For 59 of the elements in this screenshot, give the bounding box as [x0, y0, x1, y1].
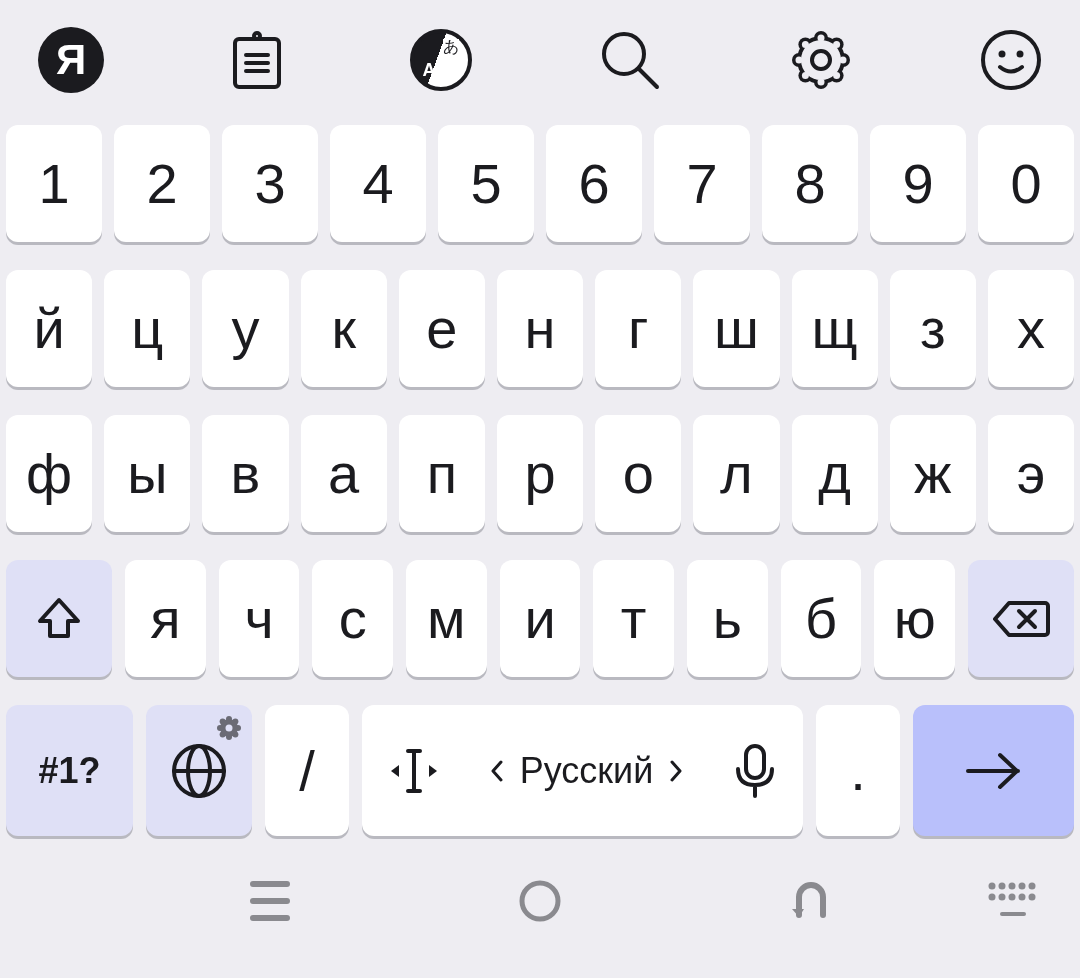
gear-icon	[216, 715, 242, 741]
key[interactable]: е	[398, 270, 485, 387]
key[interactable]: м	[406, 560, 487, 677]
key[interactable]: ь	[687, 560, 768, 677]
emoji-icon[interactable]	[980, 28, 1042, 91]
key[interactable]: щ	[791, 270, 878, 387]
key[interactable]: в	[202, 415, 289, 532]
key[interactable]: р	[496, 415, 584, 532]
key[interactable]: л	[693, 415, 780, 532]
backspace-key[interactable]	[968, 560, 1075, 677]
key[interactable]: ш	[693, 270, 780, 387]
key[interactable]: а	[300, 415, 387, 532]
key[interactable]: к	[300, 270, 387, 387]
chevron-left-icon	[489, 758, 504, 783]
key[interactable]: 0	[978, 125, 1074, 242]
key[interactable]: й	[6, 270, 93, 387]
key[interactable]: д	[791, 415, 878, 532]
globe-icon	[170, 741, 228, 800]
key[interactable]: х	[987, 270, 1075, 387]
key[interactable]: б	[780, 560, 862, 677]
symbols-key[interactable]: #1?	[6, 705, 133, 836]
key[interactable]: 8	[762, 125, 858, 242]
language-key[interactable]	[146, 705, 252, 836]
key[interactable]: 2	[114, 125, 210, 242]
key[interactable]: .	[816, 705, 900, 836]
key[interactable]: 3	[222, 125, 318, 242]
key[interactable]: и	[499, 560, 581, 677]
key[interactable]: 9	[870, 125, 966, 242]
key[interactable]: о	[595, 415, 682, 532]
logo-button[interactable]: Я	[38, 26, 104, 93]
key[interactable]: 5	[438, 125, 534, 242]
key[interactable]: з	[889, 270, 976, 387]
key[interactable]: ж	[889, 415, 976, 532]
key[interactable]: ю	[874, 560, 956, 677]
key[interactable]: ф	[6, 415, 93, 532]
home-icon[interactable]	[518, 879, 562, 923]
key[interactable]: 4	[330, 125, 426, 242]
shift-key[interactable]	[6, 560, 112, 677]
key[interactable]: 7	[654, 125, 750, 242]
key[interactable]: т	[593, 560, 675, 677]
key[interactable]: с	[312, 560, 393, 677]
key[interactable]: у	[202, 270, 289, 387]
menu-icon[interactable]	[249, 878, 291, 924]
key[interactable]: э	[987, 415, 1075, 532]
key[interactable]: ч	[218, 560, 300, 677]
key[interactable]: ц	[104, 270, 191, 387]
key[interactable]: п	[398, 415, 485, 532]
key[interactable]: 1	[6, 125, 102, 242]
clipboard-icon[interactable]	[230, 30, 283, 89]
key[interactable]: я	[125, 560, 206, 677]
key[interactable]: 6	[546, 125, 642, 242]
language-label: Русский	[519, 752, 654, 789]
chevron-right-icon	[669, 758, 684, 783]
key[interactable]: /	[265, 705, 349, 836]
microphone-icon	[733, 742, 777, 799]
space-key[interactable]: Русский	[362, 705, 803, 836]
key[interactable]: ы	[104, 415, 191, 532]
key[interactable]: г	[595, 270, 682, 387]
key[interactable]: н	[496, 270, 584, 387]
